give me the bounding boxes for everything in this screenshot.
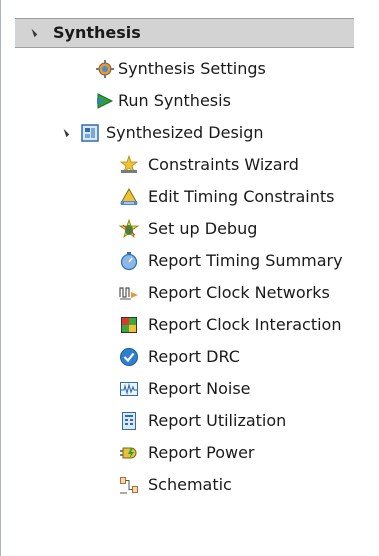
tree-item-label: Set up Debug (148, 219, 258, 238)
tree-item-synthesis-settings[interactable]: Synthesis Settings (0, 54, 379, 84)
tree-item-report-noise[interactable]: Report Noise (0, 374, 379, 404)
tree-item-constraints-wizard[interactable]: Constraints Wizard (0, 150, 379, 180)
tree-item-report-clock-interaction[interactable]: Report Clock Interaction (0, 310, 379, 340)
check-icon (119, 347, 139, 367)
tree-item-label: Edit Timing Constraints (148, 187, 335, 206)
tree-item-label: Report Timing Summary (148, 251, 343, 270)
tree-item-label: Report DRC (148, 347, 240, 366)
collapse-triangle-icon[interactable] (60, 128, 70, 138)
tree-item-label: Report Power (148, 443, 255, 462)
tree-item-label: Schematic (148, 475, 232, 494)
tree-item-edit-timing-constraints[interactable]: Edit Timing Constraints (0, 182, 379, 212)
timing-constraints-icon (119, 187, 139, 207)
tree-item-label: Report Clock Networks (148, 283, 330, 302)
noise-icon (119, 379, 139, 399)
clock-interaction-icon (119, 315, 139, 335)
tree-item-report-power[interactable]: Report Power (0, 438, 379, 468)
debug-icon (119, 219, 139, 239)
tree-item-set-up-debug[interactable]: Set up Debug (0, 214, 379, 244)
power-icon (119, 443, 139, 463)
tree-item-label: Report Clock Interaction (148, 315, 342, 334)
wizard-icon (119, 155, 139, 175)
tree-item-synthesized-design[interactable]: Synthesized Design (0, 118, 379, 148)
tree-item-report-drc[interactable]: Report DRC (0, 342, 379, 372)
clock-network-icon (119, 283, 139, 303)
section-title: Synthesis (53, 23, 141, 42)
run-icon (95, 91, 115, 111)
tree-item-label: Synthesis Settings (118, 59, 266, 78)
tree-item-report-clock-networks[interactable]: Report Clock Networks (0, 278, 379, 308)
synthesis-section-row[interactable]: Synthesis (0, 18, 379, 48)
tree-item-label: Report Utilization (148, 411, 287, 430)
tree-item-label: Constraints Wizard (148, 155, 299, 174)
collapse-triangle-icon[interactable] (28, 28, 38, 38)
tree-item-run-synthesis[interactable]: Run Synthesis (0, 86, 379, 116)
tree-item-label: Run Synthesis (118, 91, 231, 110)
tree-item-label: Report Noise (148, 379, 251, 398)
gear-icon (95, 59, 115, 79)
schematic-icon (119, 475, 139, 495)
stopwatch-icon (119, 251, 139, 271)
tree-item-report-utilization[interactable]: Report Utilization (0, 406, 379, 436)
tree-item-label: Synthesized Design (106, 123, 264, 142)
tree-item-report-timing-summary[interactable]: Report Timing Summary (0, 246, 379, 276)
design-icon (80, 123, 100, 143)
utilization-icon (119, 411, 139, 431)
tree-item-schematic[interactable]: Schematic (0, 470, 379, 500)
